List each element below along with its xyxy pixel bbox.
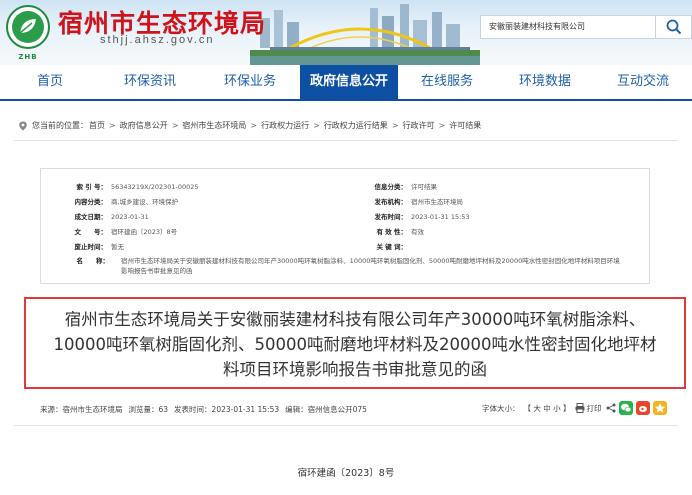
nav-item-online-service[interactable]: 在线服务 — [398, 65, 496, 99]
leaf-icon — [19, 19, 36, 34]
article-title-box: 宿州市生态环境局关于安徽丽装建材科技有限公司年产30000吨环氧树脂涂料、100… — [24, 297, 686, 389]
info-created-date: 成文日期： 2023-01-31 — [74, 213, 149, 221]
printer-icon[interactable] — [575, 403, 585, 413]
info-content-category: 内容分类： 商,城乡建设、环境保护 — [74, 198, 179, 206]
city-skyline-image — [250, 4, 480, 65]
search-button[interactable] — [656, 15, 692, 39]
search-input[interactable]: 安徽丽装建材科技有限公司 — [480, 15, 656, 39]
breadcrumb-license-result[interactable]: 许可结果 — [449, 120, 481, 131]
nav-item-gov-info[interactable]: 政府信息公开 — [300, 65, 398, 99]
info-publisher: 发布机构： 宿州市生态环境局 — [374, 198, 464, 206]
divider — [14, 425, 678, 426]
info-published-time: 发布时间： 2023-01-31 15:53 — [374, 213, 470, 221]
print-button[interactable]: 打印 — [587, 403, 602, 414]
info-index: 索 引 号： 56343219X/202301-00025 — [76, 183, 199, 191]
breadcrumb-home[interactable]: 首页 — [89, 120, 105, 131]
breadcrumb-separator: > — [109, 121, 116, 130]
main-nav: 首页 环保资讯 环保业务 政府信息公开 在线服务 环境数据 互动交流 — [0, 65, 692, 101]
nav-item-news[interactable]: 环保资讯 — [100, 65, 200, 99]
font-size-options[interactable]: 【 大 中 小 】 — [524, 403, 571, 414]
font-size-label: 字体大小： — [482, 403, 520, 413]
article-meta: 来源：宿州市生态环境局 浏览量：63 发表时间：2023-01-31 15:53… — [40, 404, 373, 415]
breadcrumb-license[interactable]: 行政许可 — [403, 120, 435, 131]
wechat-share-icon[interactable] — [618, 401, 633, 415]
qzone-share-icon[interactable] — [652, 401, 667, 415]
info-category: 信息分类： 许可结果 — [374, 183, 438, 191]
info-validity: 有 效 性： 有效 — [376, 228, 424, 236]
breadcrumb-separator: > — [391, 121, 399, 130]
site-domain: sthjj.ahsz.gov.cn — [100, 34, 215, 46]
breadcrumb-separator: > — [171, 121, 179, 130]
breadcrumb-bureau[interactable]: 宿州市生态环境局 — [182, 120, 246, 131]
info-name: 名 称： 宿州市生态环境局关于安徽丽装建材科技有限公司年产30000吨环氧树脂涂料… — [76, 257, 620, 275]
divider — [14, 140, 678, 141]
breadcrumb-separator: > — [313, 121, 320, 130]
breadcrumb-power-operation[interactable]: 行政权力运行 — [261, 120, 309, 131]
breadcrumb: 您当前的位置： 首页 > 政府信息公开 > 宿州市生态环境局 > 行政权力运行 … — [18, 120, 482, 131]
article-views: 浏览量：63 — [128, 405, 169, 414]
document-number: 宿环建函〔2023〕8号 — [297, 468, 395, 479]
nav-item-home[interactable]: 首页 — [0, 65, 100, 99]
info-expire-time: 废止时间： 暂无 — [74, 243, 125, 251]
site-logo-icon[interactable]: ZHB — [6, 5, 50, 61]
nav-item-env-data[interactable]: 环境数据 — [496, 65, 594, 99]
breadcrumb-separator: > — [438, 121, 446, 130]
info-doc-number: 文 号： 宿环建函〔2023〕8号 — [74, 228, 178, 236]
nav-item-interaction[interactable]: 互动交流 — [594, 65, 692, 99]
breadcrumb-gov-info[interactable]: 政府信息公开 — [120, 120, 168, 131]
article-title: 宿州市生态环境局关于安徽丽装建材科技有限公司年产30000吨环氧树脂涂料、100… — [53, 310, 657, 379]
search-icon — [666, 19, 681, 35]
weibo-share-icon[interactable] — [635, 401, 650, 415]
article-source: 来源：宿州市生态环境局 — [40, 405, 123, 414]
nav-item-business[interactable]: 环保业务 — [200, 65, 300, 99]
share-icon[interactable] — [606, 403, 616, 413]
article-tools: 字体大小： 【 大 中 小 】 打印 — [482, 400, 667, 416]
info-keywords: 关 键 词： — [376, 243, 407, 251]
article-time: 发表时间：2023-01-31 15:53 — [174, 405, 280, 414]
header-banner: ZHB 宿州市生态环境局 sthjj.ahsz.gov.cn 安徽丽装建材科技有… — [0, 0, 692, 65]
article-editor: 编辑：宿州信息公开075 — [285, 405, 367, 414]
breadcrumb-prefix: 您当前的位置： — [32, 121, 88, 130]
breadcrumb-separator: > — [250, 121, 258, 130]
info-table: 索 引 号： 56343219X/202301-00025 信息分类： 许可结果 内… — [40, 168, 650, 284]
breadcrumb-operation-result[interactable]: 行政权力运行结果 — [324, 120, 388, 131]
location-pin-icon — [19, 121, 27, 130]
logo-text: ZHB — [18, 53, 38, 61]
